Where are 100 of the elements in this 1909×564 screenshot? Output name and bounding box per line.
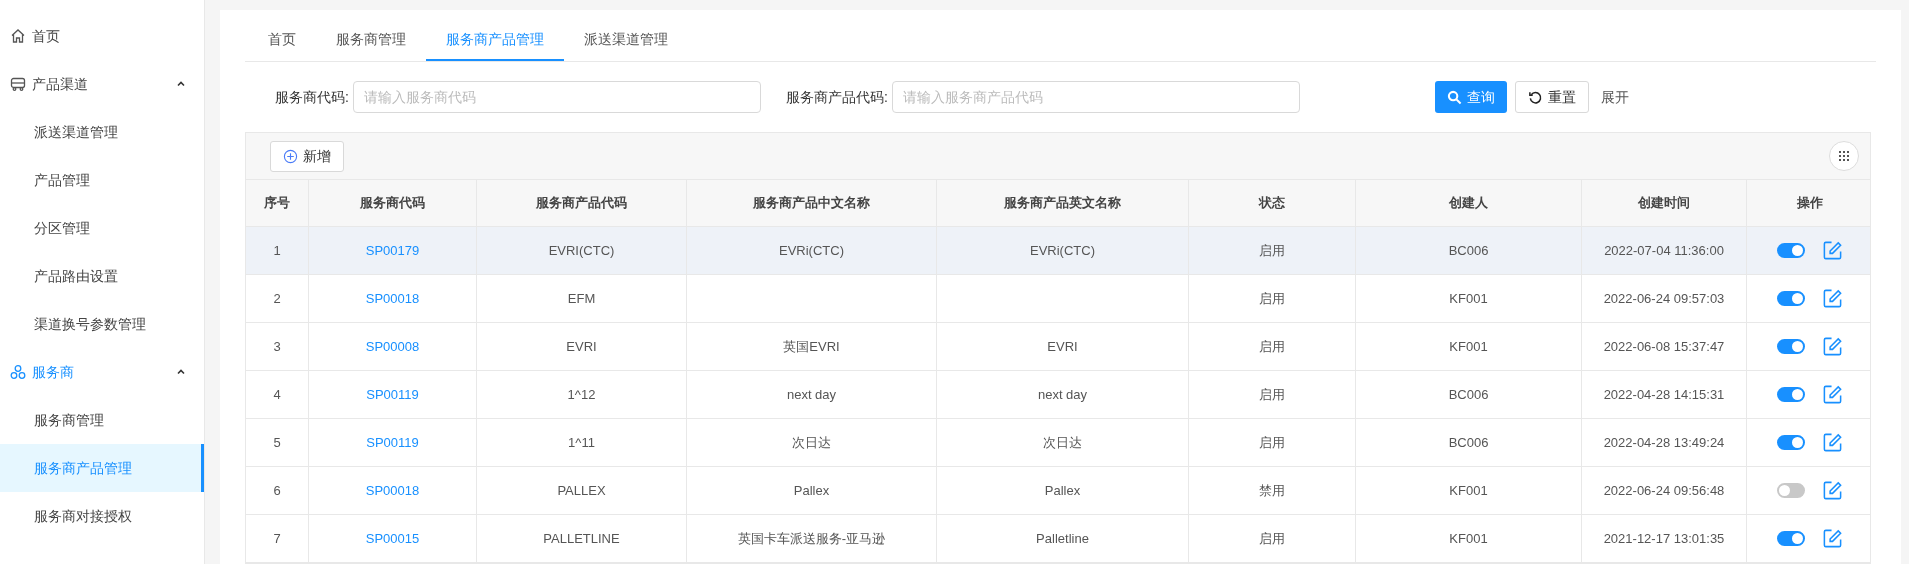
toggle-switch[interactable] [1776, 483, 1805, 498]
sidebar-item[interactable]: 服务商对接授权 [0, 492, 204, 540]
column-header: 操作 [1796, 194, 1823, 213]
table-cell-text: 1^11 [568, 433, 595, 452]
column-header: 服务商代码 [360, 194, 425, 213]
table-cell-text: 1^12 [567, 385, 596, 404]
filter-label: 服务商代码: [275, 87, 349, 107]
table-cell-text: 6 [273, 481, 281, 500]
chevron-icon [176, 367, 186, 377]
input-field[interactable]: 请输入服务商产品代码 [891, 81, 1300, 114]
table-cell-text: 启用 [1259, 529, 1285, 548]
table-cell-text: EVRI [1047, 337, 1078, 356]
sidebar-item[interactable]: 渠道换号参数管理 [0, 300, 204, 348]
add-button[interactable]: 新增 [270, 140, 344, 172]
table-cell-text: 2022-07-04 11:36:00 [1604, 241, 1724, 260]
toggle-switch[interactable] [1776, 531, 1805, 546]
sidebar-item[interactable]: 分区管理 [0, 204, 204, 252]
edit-icon[interactable] [1821, 336, 1843, 357]
table-cell-text: 2021-12-17 13:01:35 [1603, 529, 1725, 548]
toggle-switch[interactable] [1776, 243, 1805, 258]
sidebar-item[interactable]: 产品管理 [0, 156, 204, 204]
table-cell-text: 2022-04-28 14:15:31 [1603, 385, 1725, 404]
tab[interactable]: 派送渠道管理 [564, 20, 688, 62]
table-row[interactable]: 6 SP00018 PALLEX Pallex Pallex 禁用 KF001 2022-06-24 09:56:48 [246, 467, 1870, 515]
table-cell-text: KF001 [1449, 481, 1488, 500]
input-field[interactable]: 请输入服务商代码 [352, 81, 761, 114]
home-icon [10, 28, 26, 44]
table-cell-text: EFM [567, 289, 596, 308]
table-cell-text: 次日达 [792, 433, 831, 452]
search-icon [1446, 89, 1462, 105]
table-cell-text: EVRI(CTC) [548, 241, 615, 260]
expand-link[interactable]: 展开 [1600, 86, 1629, 108]
table-cell-text: BC006 [1448, 241, 1489, 260]
table-cell-text: 2022-06-08 15:37:47 [1603, 337, 1725, 356]
reset-icon [1527, 89, 1543, 105]
table-cell-text: 2022-04-28 13:49:24 [1603, 433, 1725, 452]
edit-icon[interactable] [1821, 384, 1843, 405]
chevron-icon [176, 79, 186, 89]
column-header: 状态 [1259, 194, 1285, 213]
sidebar-item[interactable]: 首页 [0, 12, 204, 60]
table-cell-text: 次日达 [1043, 433, 1082, 452]
table-cell-text: 启用 [1259, 337, 1285, 356]
table-cell-text: KF001 [1449, 289, 1488, 308]
table-cell-text: 7 [273, 529, 281, 548]
table-cell-text: EVRI [566, 337, 597, 356]
table-cell-text: EVRi(CTC) [1030, 241, 1095, 260]
edit-icon[interactable] [1821, 432, 1843, 453]
table-cell-text: Palletline [1036, 529, 1089, 548]
table-cell-text: 启用 [1259, 433, 1285, 452]
sidebar-item[interactable]: 产品渠道 [0, 60, 204, 108]
table-cell-text: 2 [273, 289, 281, 308]
table-row[interactable]: 7 SP00015 PALLETLINE 英国卡车派送服务-亚马逊 Palletline 启用 KF001 2021-12-17 13:01:35 [246, 515, 1870, 563]
plus-circle-icon [283, 148, 298, 164]
table-cell-text: 禁用 [1259, 481, 1285, 500]
tab[interactable]: 首页 [248, 20, 316, 62]
column-header: 创建人 [1449, 194, 1488, 213]
column-header: 创建时间 [1638, 194, 1690, 213]
table-row[interactable]: 4 SP00119 1^12 next day next day 启用 BC006 2022-04-28 14:15:31 [246, 371, 1870, 419]
table-cell-text: Pallex [1044, 481, 1081, 500]
table-cell-text: 2022-06-24 09:57:03 [1603, 289, 1725, 308]
column-header: 服务商产品中文名称 [753, 194, 870, 213]
cluster-icon [10, 364, 26, 380]
toggle-switch[interactable] [1776, 291, 1805, 306]
edit-icon[interactable] [1821, 528, 1843, 549]
edit-icon[interactable] [1821, 288, 1843, 309]
sidebar-item[interactable]: 产品路由设置 [0, 252, 204, 300]
table-cell-text: KF001 [1449, 337, 1488, 356]
table-cell-text: 5 [273, 433, 281, 452]
reset-button[interactable]: 重置 [1514, 81, 1589, 114]
column-settings-button[interactable] [1829, 141, 1859, 171]
filter-label: 服务商产品代码: [785, 87, 888, 107]
grid-dots-icon [1838, 150, 1850, 162]
table-cell-text: 启用 [1259, 385, 1285, 404]
table-cell-text: PALLEX [557, 481, 606, 500]
toggle-switch[interactable] [1776, 339, 1805, 354]
table-cell-text: EVRi(CTC) [779, 241, 844, 260]
edit-icon[interactable] [1821, 240, 1843, 261]
toggle-switch[interactable] [1776, 435, 1805, 450]
table-cell-text: 4 [273, 385, 281, 404]
column-header: 服务商产品代码 [536, 194, 627, 213]
table-cell-text: next day [786, 385, 837, 404]
table-row[interactable]: 5 SP00119 1^11 次日达 次日达 启用 BC006 2022-04-28 13:49:24 [246, 419, 1870, 467]
table-cell-text: BC006 [1448, 385, 1489, 404]
table-row[interactable]: 1 SP00179 EVRI(CTC) EVRi(CTC) EVRi(CTC) 启用 BC006 2022-07-04 11:36:00 [246, 227, 1870, 275]
sidebar-item[interactable]: 派送渠道管理 [0, 108, 204, 156]
column-header: 序号 [264, 194, 290, 213]
table-row[interactable]: 3 SP00008 EVRI 英国EVRI EVRI 启用 KF001 2022-06-08 15:37:47 [246, 323, 1870, 371]
table-cell-text: KF001 [1449, 529, 1488, 548]
toggle-switch[interactable] [1776, 387, 1805, 402]
table-cell-text: next day [1037, 385, 1088, 404]
tab[interactable]: 服务商管理 [316, 20, 426, 62]
table-cell-text: 3 [273, 337, 281, 356]
table-cell-text: 1 [273, 241, 281, 260]
sidebar-item[interactable]: 服务商管理 [0, 396, 204, 444]
edit-icon[interactable] [1821, 480, 1843, 501]
column-header: 服务商产品英文名称 [1004, 194, 1121, 213]
table-cell-text: PALLETLINE [543, 529, 620, 548]
table-row[interactable]: 2 SP00018 EFM 启用 KF001 2022-06-24 09:57:03 [246, 275, 1870, 323]
table-cell-text: BC006 [1448, 433, 1489, 452]
bus-icon [10, 76, 26, 92]
